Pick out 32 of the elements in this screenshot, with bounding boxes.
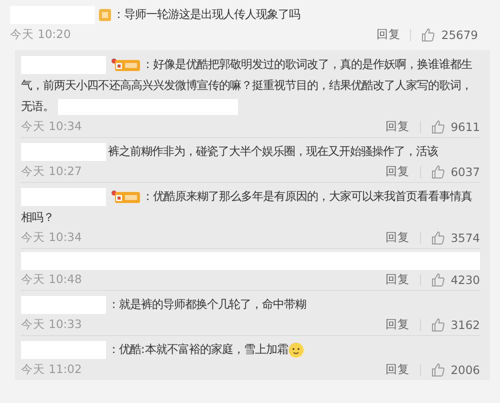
thumbs-up-icon[interactable] (430, 230, 445, 244)
smiley-icon (288, 342, 304, 358)
like-count: 2006 (450, 362, 480, 376)
reply-link[interactable]: 回复 (386, 362, 410, 377)
comment-time: 今天 11:02 (21, 362, 83, 377)
comment-time: 今天 10:34 (21, 230, 83, 245)
fan-badge-icon (110, 189, 140, 203)
comment-time: 今天 10:34 (21, 119, 83, 134)
reply-link[interactable]: 回复 (386, 272, 410, 287)
like-count: 9611 (450, 120, 480, 134)
comment-time: 今天 10:20 (10, 27, 72, 42)
reply-link[interactable]: 回复 (376, 27, 400, 42)
like-count: 6037 (450, 164, 480, 178)
reply-link[interactable]: 回复 (386, 317, 410, 332)
thumbs-up-icon[interactable] (430, 164, 445, 178)
reply-link[interactable]: 回复 (386, 119, 410, 134)
fan-badge-icon (99, 9, 111, 21)
reply-link[interactable]: 回复 (386, 230, 410, 245)
comment-time: 今天 10:27 (21, 164, 83, 179)
thumbs-up-icon[interactable] (421, 28, 436, 42)
like-count: 3162 (450, 318, 480, 332)
thumbs-up-icon[interactable] (430, 318, 445, 332)
comment-time: 今天 10:33 (21, 317, 83, 332)
thumbs-up-icon[interactable] (430, 362, 445, 376)
comment-time: 今天 10:48 (21, 272, 83, 287)
like-count: 4230 (450, 272, 480, 286)
thumbs-up-icon[interactable] (430, 272, 445, 286)
like-count: 25679 (441, 28, 478, 42)
fan-badge-icon (110, 57, 140, 71)
like-count: 3574 (450, 230, 480, 244)
reply-link[interactable]: 回复 (386, 164, 410, 179)
thumbs-up-icon[interactable] (430, 120, 445, 134)
